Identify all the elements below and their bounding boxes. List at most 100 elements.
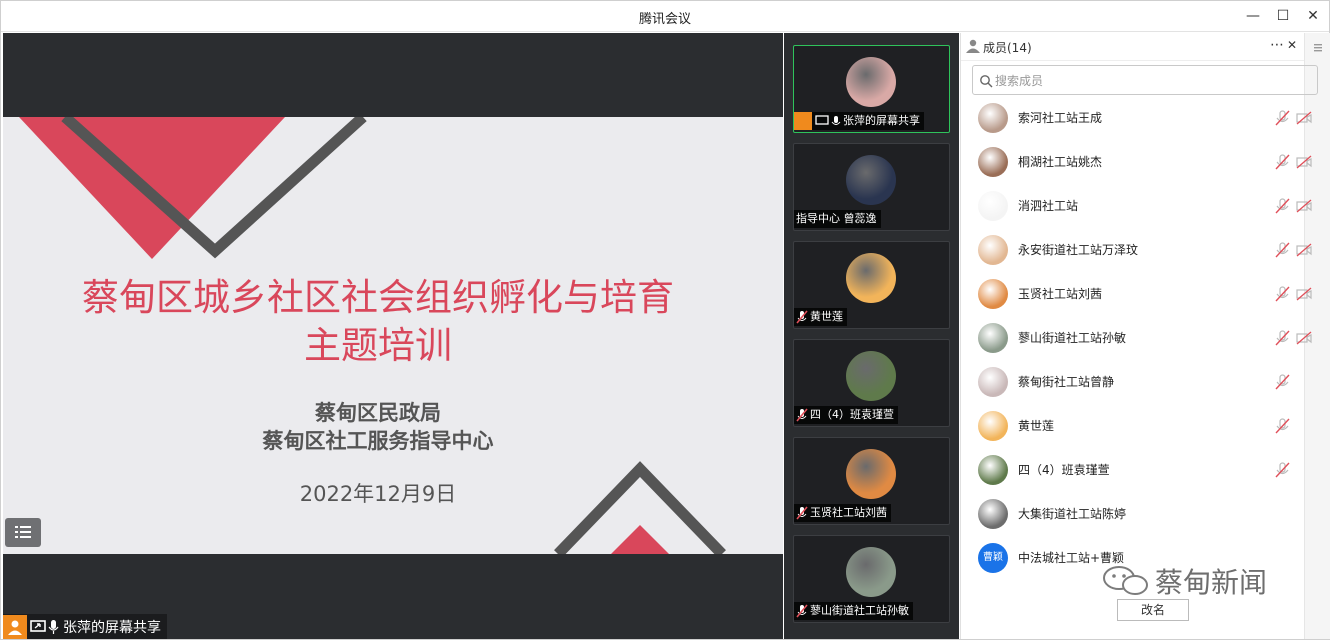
member-row[interactable]: 索河社工站王成 bbox=[961, 96, 1312, 140]
member-row[interactable]: 四（4）班袁瑾萱 bbox=[961, 448, 1304, 492]
mic-muted-icon[interactable] bbox=[1274, 286, 1290, 302]
mic-muted-icon[interactable] bbox=[1274, 110, 1290, 126]
participant-avatar bbox=[846, 253, 896, 303]
participant-avatar bbox=[846, 449, 896, 499]
member-name: 永安街道社工站万泽玟 bbox=[1018, 243, 1139, 257]
video-tile[interactable]: 蓼山街道社工站孙敏 bbox=[793, 535, 950, 623]
mic-muted-icon bbox=[796, 408, 808, 422]
member-row[interactable]: 黄世莲 bbox=[961, 404, 1304, 448]
member-name: 蔡甸街社工站曾静 bbox=[1018, 375, 1115, 389]
shared-screen-area: 蔡甸区城乡社区社会组织孵化与培育 主题培训 蔡甸区民政局 蔡甸区社工服务指导中心… bbox=[3, 33, 783, 639]
user-icon bbox=[3, 614, 27, 639]
screen-share-icon bbox=[30, 619, 46, 632]
tile-label: 指导中心 曾蕊逸 bbox=[794, 210, 881, 228]
member-name: 玉贤社工站刘茜 bbox=[1018, 287, 1103, 301]
member-avatar: 曹颖 bbox=[978, 543, 1008, 573]
minimize-button[interactable]: — bbox=[1241, 5, 1265, 27]
camera-off-icon[interactable] bbox=[1296, 287, 1312, 301]
rename-button[interactable]: 改名 bbox=[1117, 599, 1189, 621]
participant-name: 张萍的屏幕共享 bbox=[843, 114, 920, 127]
mic-muted-icon[interactable] bbox=[1274, 330, 1290, 346]
member-row[interactable]: 玉贤社工站刘茜 bbox=[961, 272, 1312, 316]
participant-avatar bbox=[846, 351, 896, 401]
app-window: 腾讯会议 — ☐ ✕ 蔡甸区城乡社区社会组织孵化与培育 主题培训 蔡甸区民政局 … bbox=[0, 0, 1330, 640]
participant-name: 黄世莲 bbox=[810, 310, 843, 323]
camera-off-icon[interactable] bbox=[1296, 155, 1312, 169]
mic-muted-icon[interactable] bbox=[1274, 418, 1290, 434]
member-row[interactable]: 蓼山街道社工站孙敏 bbox=[961, 316, 1312, 360]
list-menu-button[interactable] bbox=[5, 518, 41, 547]
participant-avatar bbox=[846, 57, 896, 107]
video-tile[interactable]: 四（4）班袁瑾萱 bbox=[793, 339, 950, 427]
watermark: 蔡甸新闻 bbox=[1097, 561, 1267, 601]
participant-name: 四（4）班袁瑾萱 bbox=[810, 408, 894, 421]
mic-muted-icon bbox=[796, 506, 808, 520]
member-count-title: 成员(14) bbox=[983, 41, 1032, 55]
mic-muted-icon bbox=[796, 310, 808, 324]
members-icon bbox=[966, 39, 980, 53]
member-row[interactable]: 消泗社工站 bbox=[961, 184, 1312, 228]
more-options-icon[interactable]: ⋯ bbox=[1270, 37, 1284, 53]
mic-muted-icon[interactable] bbox=[1274, 242, 1290, 258]
list-icon bbox=[15, 526, 31, 538]
slide-title-line2: 主题培训 bbox=[304, 324, 452, 367]
member-avatar bbox=[978, 367, 1008, 397]
close-button[interactable]: ✕ bbox=[1301, 5, 1325, 27]
member-name: 四（4）班袁瑾萱 bbox=[1018, 463, 1110, 477]
close-panel-icon[interactable]: ✕ bbox=[1287, 38, 1297, 52]
user-icon bbox=[794, 112, 812, 130]
mic-muted-icon[interactable] bbox=[1274, 462, 1290, 478]
tile-label: 张萍的屏幕共享 bbox=[794, 112, 924, 130]
search-members-input[interactable]: 搜索成员 bbox=[972, 65, 1318, 95]
member-name: 黄世莲 bbox=[1018, 419, 1055, 433]
tile-label: 黄世莲 bbox=[794, 308, 847, 326]
member-name: 蓼山街道社工站孙敏 bbox=[1018, 331, 1127, 345]
participant-avatar bbox=[846, 547, 896, 597]
mic-muted-icon[interactable] bbox=[1274, 374, 1290, 390]
window-title: 腾讯会议 bbox=[638, 12, 691, 27]
wechat-icon bbox=[1103, 566, 1148, 595]
member-avatar bbox=[978, 279, 1008, 309]
slide-title-line1: 蔡甸区城乡社区社会组织孵化与培育 bbox=[82, 276, 674, 319]
search-placeholder: 搜索成员 bbox=[995, 74, 1044, 88]
screen-share-indicator: 张萍的屏幕共享 bbox=[3, 614, 167, 639]
camera-off-icon[interactable] bbox=[1296, 111, 1312, 125]
participant-name: 玉贤社工站刘茜 bbox=[810, 506, 887, 519]
video-tile[interactable]: 张萍的屏幕共享 bbox=[793, 45, 950, 133]
video-tile[interactable]: 黄世莲 bbox=[793, 241, 950, 329]
member-panel: 成员(14) ⋯ ✕ 搜索成员 索河社工站王成 桐湖社工站姚杰消泗社工站永安街道社… bbox=[960, 33, 1330, 639]
mic-muted-icon[interactable] bbox=[1274, 198, 1290, 214]
tile-label: 蓼山街道社工站孙敏 bbox=[794, 602, 913, 620]
video-tile[interactable]: 玉贤社工站刘茜 bbox=[793, 437, 950, 525]
mic-muted-icon[interactable] bbox=[1274, 154, 1290, 170]
share-label: 张萍的屏幕共享 bbox=[63, 619, 161, 636]
member-avatar bbox=[978, 411, 1008, 441]
tile-label: 玉贤社工站刘茜 bbox=[794, 504, 891, 522]
menu-icon[interactable] bbox=[1305, 35, 1330, 61]
slide-org-line1: 蔡甸区民政局 bbox=[315, 401, 441, 425]
member-avatar bbox=[978, 103, 1008, 133]
member-name: 桐湖社工站姚杰 bbox=[1018, 155, 1103, 169]
member-row[interactable]: 桐湖社工站姚杰 bbox=[961, 140, 1312, 184]
video-tile[interactable]: 指导中心 曾蕊逸 bbox=[793, 143, 950, 231]
member-row[interactable]: 大集街道社工站陈婷 bbox=[961, 492, 1304, 536]
member-avatar bbox=[978, 323, 1008, 353]
member-name: 索河社工站王成 bbox=[1018, 111, 1103, 125]
member-name: 大集街道社工站陈婷 bbox=[1018, 507, 1127, 521]
member-row[interactable]: 蔡甸街社工站曾静 bbox=[961, 360, 1304, 404]
maximize-button[interactable]: ☐ bbox=[1271, 5, 1295, 27]
member-avatar bbox=[978, 235, 1008, 265]
member-row[interactable]: 永安街道社工站万泽玟 bbox=[961, 228, 1312, 272]
title-bar: 腾讯会议 — ☐ ✕ bbox=[1, 1, 1329, 32]
participant-avatar bbox=[846, 155, 896, 205]
member-panel-header: 成员(14) ⋯ ✕ bbox=[961, 33, 1304, 61]
camera-off-icon[interactable] bbox=[1296, 331, 1312, 345]
presentation-slide: 蔡甸区城乡社区社会组织孵化与培育 主题培训 蔡甸区民政局 蔡甸区社工服务指导中心… bbox=[3, 117, 783, 554]
member-avatar bbox=[978, 455, 1008, 485]
camera-off-icon[interactable] bbox=[1296, 243, 1312, 257]
video-gallery: 张萍的屏幕共享指导中心 曾蕊逸黄世莲四（4）班袁瑾萱 玉贤社工站刘茜蓼山街道社工站… bbox=[784, 33, 959, 639]
participant-name: 蓼山街道社工站孙敏 bbox=[810, 604, 909, 617]
camera-off-icon[interactable] bbox=[1296, 199, 1312, 213]
slide-org-line2: 蔡甸区社工服务指导中心 bbox=[262, 429, 494, 453]
participant-name: 指导中心 曾蕊逸 bbox=[796, 212, 877, 225]
